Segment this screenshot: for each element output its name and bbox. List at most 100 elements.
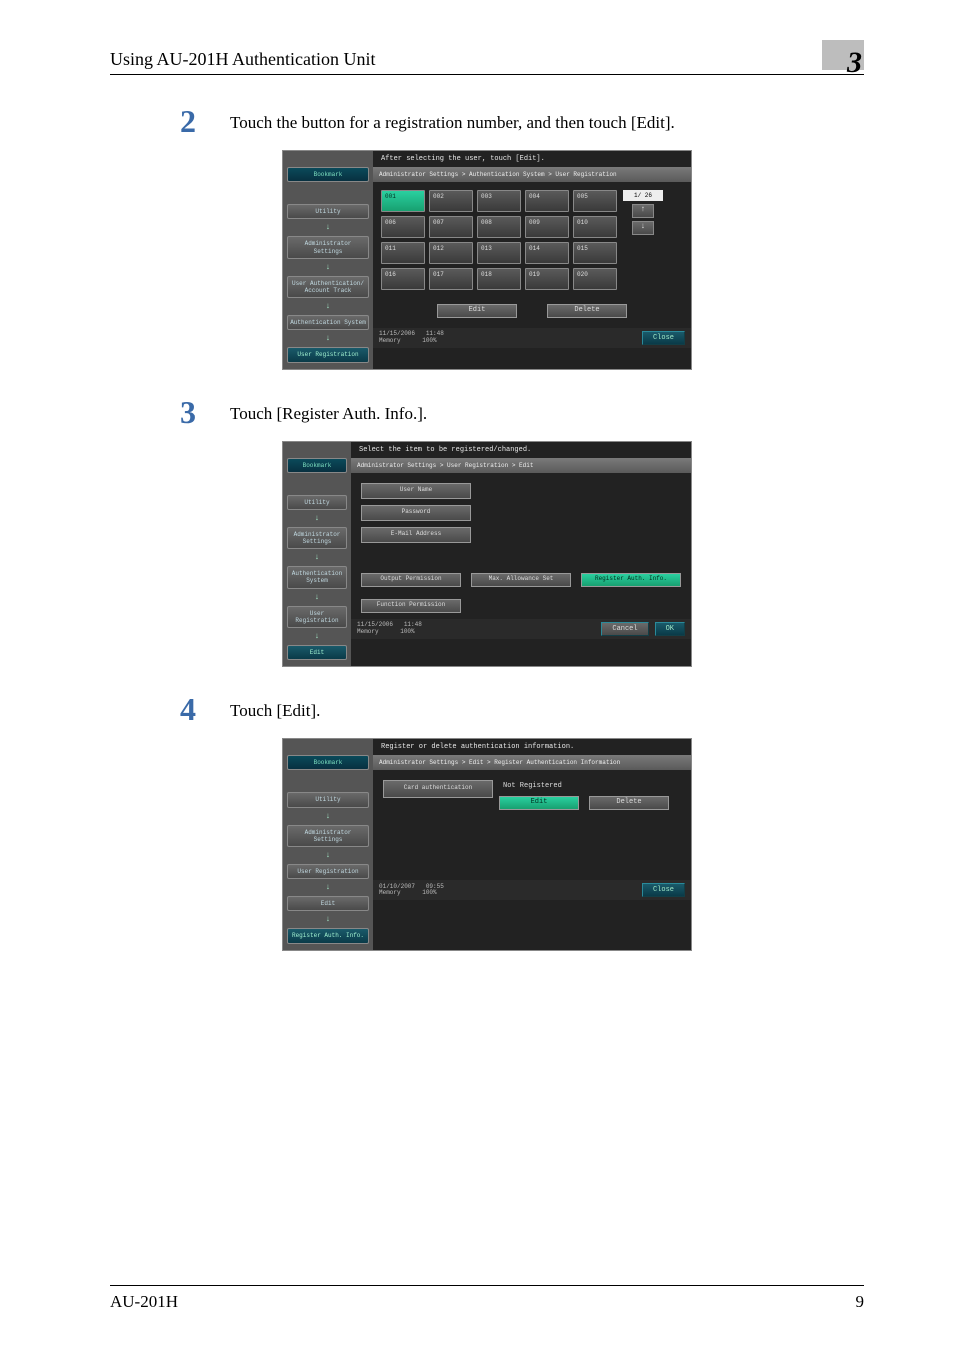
footer-page: 9	[856, 1292, 865, 1312]
function-permission-button[interactable]: Function Permission	[361, 599, 461, 613]
down-arrow-icon: ↓	[287, 812, 369, 821]
pager: 1/ 26 ↑ ↓	[623, 190, 663, 290]
reg-009-button[interactable]: 009	[525, 216, 569, 238]
step-text: Touch [Register Auth. Info.].	[230, 394, 427, 424]
ok-button[interactable]: OK	[655, 622, 685, 636]
reg-004-button[interactable]: 004	[525, 190, 569, 212]
max-allowance-button[interactable]: Max. Allowance Set	[471, 573, 571, 587]
reg-003-button[interactable]: 003	[477, 190, 521, 212]
down-arrow-icon: ↓	[287, 851, 369, 860]
down-arrow-icon: ↓	[287, 915, 369, 924]
card-auth-status: Not Registered	[499, 780, 669, 792]
edit-button[interactable]: Edit	[499, 796, 579, 810]
edit-crumb-button[interactable]: Edit	[287, 645, 347, 660]
reg-007-button[interactable]: 007	[429, 216, 473, 238]
email-button[interactable]: E-Mail Address	[361, 527, 471, 543]
page-indicator: 1/ 26	[623, 190, 663, 201]
auth-system-button[interactable]: Authentication System	[287, 315, 369, 330]
down-arrow-icon: ↓	[287, 223, 369, 232]
step-number: 4	[180, 691, 230, 728]
admin-settings-button[interactable]: Administrator Settings	[287, 825, 369, 847]
reg-013-button[interactable]: 013	[477, 242, 521, 264]
chapter-box: 3	[822, 40, 864, 70]
register-auth-crumb-button[interactable]: Register Auth. Info.	[287, 928, 369, 943]
cancel-button[interactable]: Cancel	[601, 622, 648, 636]
reg-006-button[interactable]: 006	[381, 216, 425, 238]
down-arrow-icon: ↓	[287, 593, 347, 602]
auth-system-button[interactable]: Authentication System	[287, 566, 347, 588]
breadcrumb: Administrator Settings > Authentication …	[373, 167, 691, 182]
down-arrow-icon: ↓	[287, 553, 347, 562]
register-auth-info-button[interactable]: Register Auth. Info.	[581, 573, 681, 587]
reg-017-button[interactable]: 017	[429, 268, 473, 290]
breadcrumb: Administrator Settings > Edit > Register…	[373, 755, 691, 770]
delete-button[interactable]: Delete	[547, 304, 627, 318]
reg-016-button[interactable]: 016	[381, 268, 425, 290]
close-button[interactable]: Close	[642, 883, 685, 897]
reg-014-button[interactable]: 014	[525, 242, 569, 264]
reg-002-button[interactable]: 002	[429, 190, 473, 212]
reg-001-button[interactable]: 001	[381, 190, 425, 212]
admin-settings-button[interactable]: Administrator Settings	[287, 527, 347, 549]
utility-button[interactable]: Utility	[287, 792, 369, 807]
page-down-button[interactable]: ↓	[632, 221, 654, 235]
step-text: Touch the button for a registration numb…	[230, 103, 675, 133]
user-auth-button[interactable]: User Authentication/ Account Track	[287, 276, 369, 298]
step-number: 2	[180, 103, 230, 140]
down-arrow-icon: ↓	[287, 883, 369, 892]
breadcrumb: Administrator Settings > User Registrati…	[351, 458, 691, 473]
delete-button[interactable]: Delete	[589, 796, 669, 810]
reg-005-button[interactable]: 005	[573, 190, 617, 212]
reg-019-button[interactable]: 019	[525, 268, 569, 290]
status-info: 11/15/2006 11:48 Memory 100%	[379, 331, 444, 344]
reg-018-button[interactable]: 018	[477, 268, 521, 290]
prompt-text: Register or delete authentication inform…	[373, 739, 691, 755]
down-arrow-icon: ↓	[287, 263, 369, 272]
footer-model: AU-201H	[110, 1292, 178, 1312]
sidebar: Bookmark Utility ↓ Administrator Setting…	[283, 442, 351, 667]
number-grid: 001 002 003 004 005 006 007 008 009 010 …	[381, 190, 617, 290]
step-4: 4 Touch [Edit].	[180, 691, 864, 728]
down-arrow-icon: ↓	[287, 334, 369, 343]
screenshot-user-registration: Bookmark Utility ↓ Administrator Setting…	[282, 150, 692, 370]
close-button[interactable]: Close	[642, 331, 685, 345]
reg-015-button[interactable]: 015	[573, 242, 617, 264]
sidebar: Bookmark Utility ↓ Administrator Setting…	[283, 151, 373, 369]
user-registration-button[interactable]: User Registration	[287, 606, 347, 628]
down-arrow-icon: ↓	[287, 632, 347, 641]
user-registration-button[interactable]: User Registration	[287, 347, 369, 362]
password-button[interactable]: Password	[361, 505, 471, 521]
user-registration-button[interactable]: User Registration	[287, 864, 369, 879]
edit-crumb-button[interactable]: Edit	[287, 896, 369, 911]
status-info: 11/15/2006 11:48 Memory 100%	[357, 622, 422, 635]
reg-020-button[interactable]: 020	[573, 268, 617, 290]
bookmark-button[interactable]: Bookmark	[287, 167, 369, 182]
page-header: Using AU-201H Authentication Unit 3	[110, 40, 864, 75]
reg-011-button[interactable]: 011	[381, 242, 425, 264]
step-text: Touch [Edit].	[230, 691, 320, 721]
bookmark-button[interactable]: Bookmark	[287, 458, 347, 473]
prompt-text: Select the item to be registered/changed…	[351, 442, 691, 458]
screenshot-register-auth-info: Bookmark Utility ↓ Administrator Setting…	[282, 738, 692, 950]
status-info: 01/10/2007 09:55 Memory 100%	[379, 884, 444, 897]
bookmark-button[interactable]: Bookmark	[287, 755, 369, 770]
username-button[interactable]: User Name	[361, 483, 471, 499]
prompt-text: After selecting the user, touch [Edit].	[373, 151, 691, 167]
page-footer: AU-201H 9	[110, 1285, 864, 1312]
card-auth-label: Card authentication	[383, 780, 493, 798]
chapter-number: 3	[847, 46, 862, 80]
admin-settings-button[interactable]: Administrator Settings	[287, 236, 369, 258]
step-2: 2 Touch the button for a registration nu…	[180, 103, 864, 140]
output-permission-button[interactable]: Output Permission	[361, 573, 461, 587]
edit-button[interactable]: Edit	[437, 304, 517, 318]
reg-012-button[interactable]: 012	[429, 242, 473, 264]
step-number: 3	[180, 394, 230, 431]
reg-010-button[interactable]: 010	[573, 216, 617, 238]
down-arrow-icon: ↓	[287, 514, 347, 523]
reg-008-button[interactable]: 008	[477, 216, 521, 238]
section-title: Using AU-201H Authentication Unit	[110, 49, 375, 70]
utility-button[interactable]: Utility	[287, 495, 347, 510]
page-up-button[interactable]: ↑	[632, 204, 654, 218]
utility-button[interactable]: Utility	[287, 204, 369, 219]
sidebar: Bookmark Utility ↓ Administrator Setting…	[283, 739, 373, 949]
